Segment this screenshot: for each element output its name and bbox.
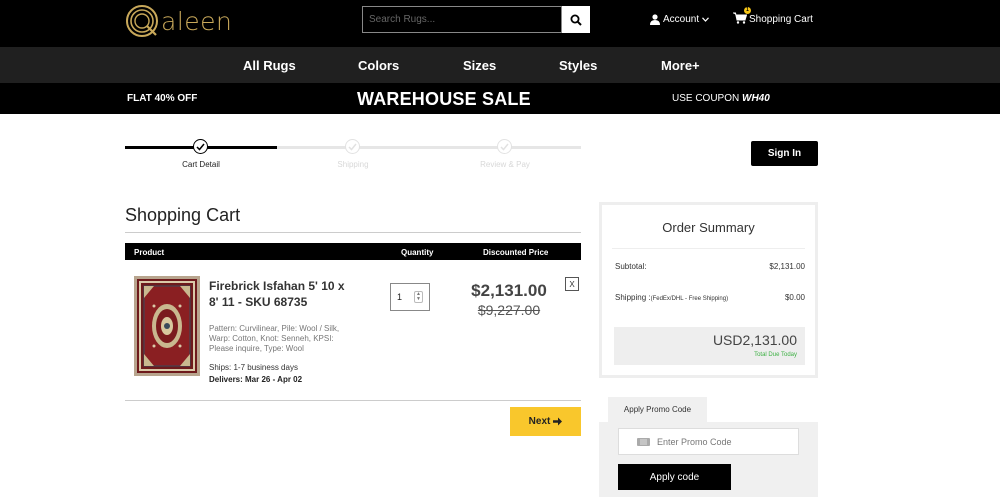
cart-icon-wrap: 1 xyxy=(733,7,751,27)
user-icon xyxy=(650,14,660,25)
nav-item-more[interactable]: More+ xyxy=(661,58,700,73)
column-header-discounted-price: Discounted Price xyxy=(483,248,549,257)
sale-discount-text: FLAT 40% OFF xyxy=(127,93,198,104)
sign-in-button[interactable]: Sign In xyxy=(751,141,818,166)
nav-item-colors[interactable]: Colors xyxy=(358,58,399,73)
divider xyxy=(125,400,581,401)
cart-count-badge: 1 xyxy=(744,7,751,14)
shopping-cart-link[interactable]: 1 Shopping Cart xyxy=(733,7,813,27)
search-button[interactable] xyxy=(562,6,590,33)
coupon-text: USE COUPON WH40 xyxy=(672,93,770,104)
arrow-right-icon xyxy=(553,417,563,426)
divider xyxy=(125,232,581,233)
remove-item-button[interactable]: X xyxy=(565,277,579,291)
order-summary-panel: Order Summary Subtotal: $2,131.00 Shippi… xyxy=(599,202,818,378)
step-cart-detail-circle xyxy=(193,139,208,154)
product-attributes: Pattern: Curvilinear, Pile: Wool / Silk,… xyxy=(209,324,340,353)
promo-code-field[interactable]: Enter Promo Code xyxy=(618,428,799,455)
account-label: Account xyxy=(663,14,700,25)
cart-icon xyxy=(733,12,748,24)
check-icon xyxy=(196,143,205,151)
product-image[interactable] xyxy=(134,276,200,376)
chevron-down-icon xyxy=(702,17,710,22)
search-input[interactable] xyxy=(362,6,562,33)
divider xyxy=(612,248,805,249)
cart-table-header: Product Quantity Discounted Price xyxy=(125,243,581,260)
next-button[interactable]: Next xyxy=(510,407,581,436)
chevron-down-icon[interactable]: ▼ xyxy=(416,297,421,302)
cart-label: Shopping Cart xyxy=(749,14,813,25)
shipping-note: (FedEx/DHL - Free Shipping) xyxy=(650,296,729,302)
main-nav: All Rugs Colors Sizes Styles More+ xyxy=(0,47,1000,83)
shipping-label: Shipping : xyxy=(615,293,651,302)
apply-code-button[interactable]: Apply code xyxy=(618,464,731,490)
step-shipping-circle xyxy=(345,139,360,154)
total-due-box: USD2,131.00 Total Due Today xyxy=(614,327,805,365)
order-summary-title: Order Summary xyxy=(662,220,755,235)
discounted-price: $2,131.00 xyxy=(471,281,547,300)
step-label-review-pay: Review & Pay xyxy=(480,160,530,169)
logo-icon xyxy=(126,5,158,37)
logo[interactable]: aleen xyxy=(125,4,232,38)
sale-title: WAREHOUSE SALE xyxy=(357,89,531,109)
check-icon xyxy=(500,143,509,151)
check-icon xyxy=(348,143,357,151)
step-label-shipping: Shipping xyxy=(337,160,369,169)
total-amount: USD2,131.00 xyxy=(712,332,797,348)
original-price: $9,227.00 xyxy=(477,302,541,318)
step-review-pay-circle xyxy=(497,139,512,154)
quantity-spinner-arrows[interactable]: ▲ ▼ xyxy=(414,291,423,303)
shipping-label-group: Shipping :(FedEx/DHL - Free Shipping) xyxy=(615,293,728,302)
quantity-value: 1 xyxy=(397,292,403,302)
delivery-date: Delivers: Mar 26 - Apr 02 xyxy=(209,375,303,384)
subtotal-value: $2,131.00 xyxy=(769,262,805,271)
search-icon xyxy=(570,14,582,26)
top-header: aleen Account 1 Shopping C xyxy=(0,0,1000,47)
subtotal-label: Subtotal: xyxy=(615,262,647,271)
nav-item-styles[interactable]: Styles xyxy=(559,58,597,73)
subtotal-row: Subtotal: $2,131.00 xyxy=(615,262,805,271)
account-menu[interactable]: Account xyxy=(650,14,710,25)
coupon-prefix: USE COUPON xyxy=(672,93,740,104)
next-label: Next xyxy=(528,416,551,427)
shipping-value: $0.00 xyxy=(784,293,805,302)
promo-code-placeholder: Enter Promo Code xyxy=(657,436,732,447)
quantity-stepper[interactable]: 1 ▲ ▼ xyxy=(390,283,430,311)
sale-banner: FLAT 40% OFF WAREHOUSE SALE USE COUPON W… xyxy=(0,83,1000,114)
logo-text: aleen xyxy=(161,6,233,36)
column-header-product: Product xyxy=(134,248,165,257)
tab-apply-promo-code[interactable]: Apply Promo Code xyxy=(608,397,707,422)
progress-line-inactive xyxy=(277,146,581,149)
ticket-icon xyxy=(637,437,650,446)
shipping-time: Ships: 1-7 business days xyxy=(209,363,298,372)
step-label-cart-detail: Cart Detail xyxy=(182,160,220,169)
nav-item-all-rugs[interactable]: All Rugs xyxy=(243,58,296,73)
column-header-quantity: Quantity xyxy=(401,248,434,257)
shipping-row: Shipping :(FedEx/DHL - Free Shipping) $0… xyxy=(615,293,805,302)
coupon-code: WH40 xyxy=(742,93,770,104)
nav-item-sizes[interactable]: Sizes xyxy=(463,58,496,73)
page-title: Shopping Cart xyxy=(125,205,241,225)
search-bar xyxy=(362,6,590,33)
total-due-label: Total Due Today xyxy=(754,352,797,358)
product-name-link[interactable]: Firebrick Isfahan 5' 10 x 8' 11 - SKU 68… xyxy=(209,278,354,310)
